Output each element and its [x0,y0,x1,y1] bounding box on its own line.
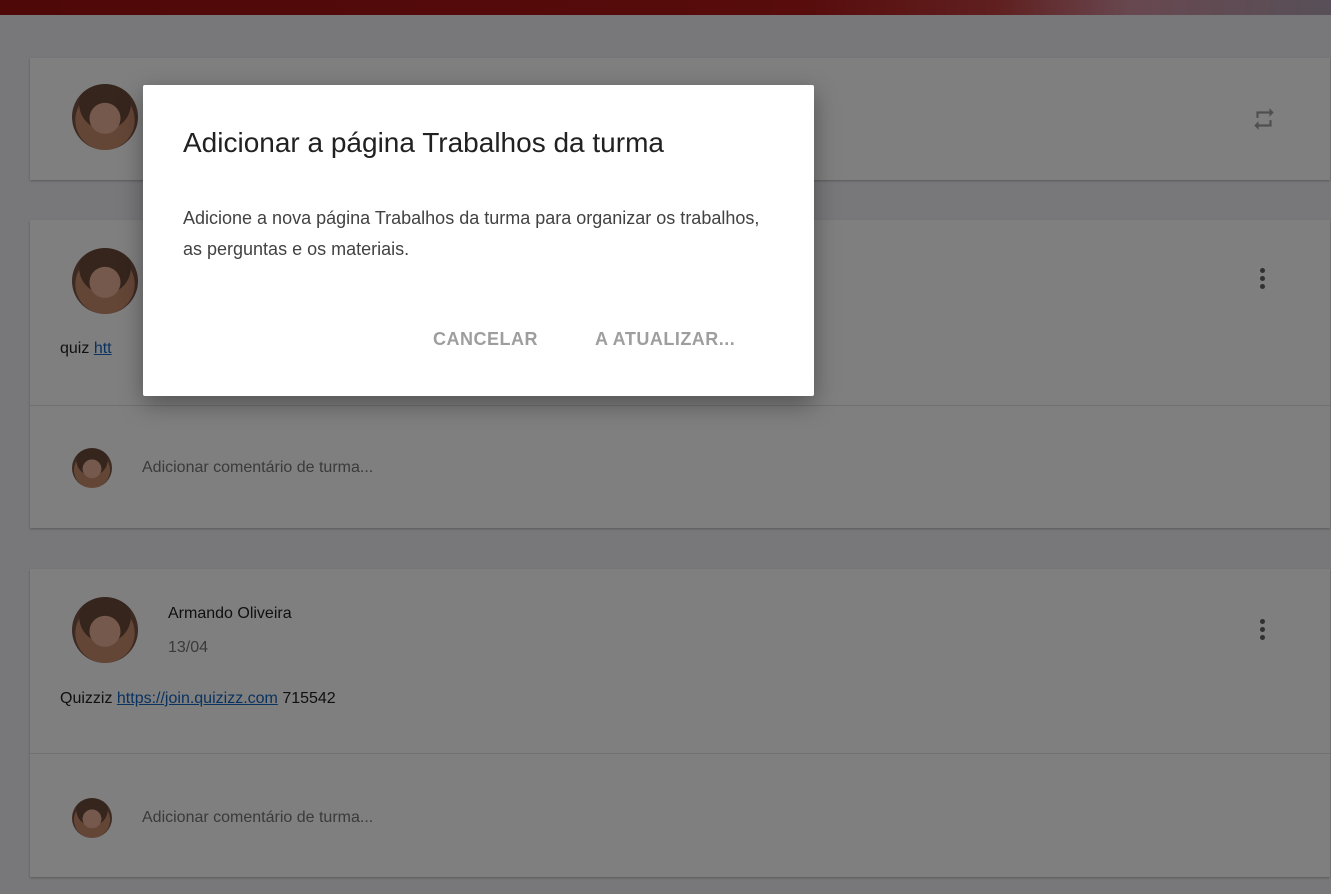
update-button[interactable]: A ATUALIZAR... [595,329,735,350]
dialog-body: Adicione a nova página Trabalhos da turm… [183,208,760,259]
cancel-button[interactable]: CANCELAR [433,329,538,350]
add-classwork-dialog: Adicionar a página Trabalhos da turma Ad… [143,85,814,396]
dialog-title: Adicionar a página Trabalhos da turma [183,127,664,158]
